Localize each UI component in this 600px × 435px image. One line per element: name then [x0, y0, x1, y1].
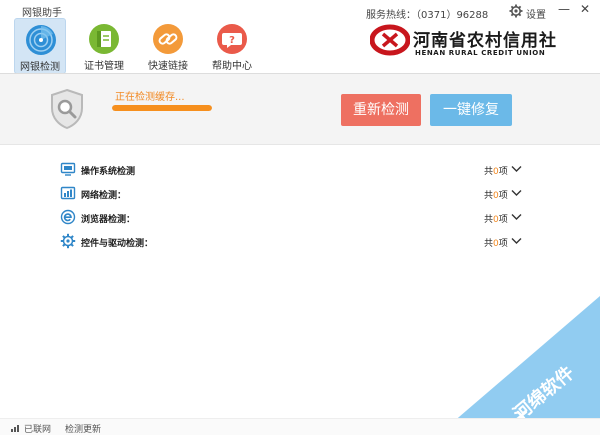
- chevron-down-icon[interactable]: [511, 213, 522, 221]
- check-update-link[interactable]: 检测更新: [65, 422, 101, 435]
- check-name: 操作系统检测: [81, 167, 136, 177]
- link-icon: [153, 24, 183, 54]
- network-status: 已联网: [24, 425, 52, 435]
- detection-status-panel: 正在检测缓存... 重新检测 一键修复: [0, 73, 600, 145]
- check-name: 网络检测：: [81, 191, 127, 201]
- credit-union-emblem-icon: [370, 24, 410, 56]
- tab-quick-links[interactable]: 快速链接: [142, 18, 194, 74]
- check-count: 共0项: [484, 191, 508, 201]
- check-count: 共0项: [484, 239, 508, 249]
- check-name: 控件与驱动检测：: [81, 239, 154, 249]
- watermark-badge: 河绵软件: [438, 296, 600, 435]
- monitor-icon: [60, 162, 76, 176]
- status-message: 正在检测缓存...: [115, 92, 185, 103]
- brand-name-cn: 河南省农村信用社: [413, 31, 557, 51]
- certificate-book-icon: [89, 24, 119, 54]
- check-row-browser[interactable]: 浏览器检测： 共0项: [0, 208, 600, 228]
- one-click-fix-button[interactable]: 一键修复: [430, 94, 512, 126]
- browser-e-icon: [60, 209, 76, 225]
- tab-help-center[interactable]: ? 帮助中心: [206, 18, 258, 74]
- svg-text:?: ?: [229, 35, 235, 46]
- tab-label: 帮助中心: [212, 61, 252, 72]
- brand-logo: 河南省农村信用社 HENAN RURAL CREDIT UNION: [370, 22, 570, 62]
- shield-search-icon: [51, 88, 83, 130]
- check-row-os[interactable]: 操作系统检测 共0项: [0, 160, 600, 180]
- scan-progress-fill: [112, 105, 212, 111]
- check-row-controls-drivers[interactable]: 控件与驱动检测： 共0项: [0, 232, 600, 252]
- tab-label: 网银检测: [20, 62, 60, 73]
- scan-progress-bar: [112, 105, 212, 111]
- status-bar: 已联网 检测更新: [0, 418, 600, 435]
- check-count: 共0项: [484, 167, 508, 177]
- recheck-button[interactable]: 重新检测: [341, 94, 421, 126]
- tab-label: 快速链接: [148, 61, 188, 72]
- gear-icon: [60, 233, 76, 249]
- chevron-down-icon[interactable]: [511, 189, 522, 197]
- chevron-down-icon[interactable]: [511, 165, 522, 173]
- network-chart-icon: [60, 186, 76, 200]
- tab-label: 证书管理: [84, 61, 124, 72]
- check-name: 浏览器检测：: [81, 215, 136, 225]
- radar-icon: [26, 25, 56, 55]
- watermark-corner-icon: 河绵软件: [438, 296, 600, 435]
- tab-online-banking-check[interactable]: 网银检测: [14, 18, 66, 74]
- signal-bars-icon: [11, 425, 19, 432]
- check-count: 共0项: [484, 215, 508, 225]
- tab-certificate-management[interactable]: 证书管理: [78, 18, 130, 74]
- check-row-network[interactable]: 网络检测： 共0项: [0, 184, 600, 204]
- chevron-down-icon[interactable]: [511, 237, 522, 245]
- help-icon: ?: [217, 24, 247, 54]
- brand-name-en: HENAN RURAL CREDIT UNION: [415, 49, 546, 57]
